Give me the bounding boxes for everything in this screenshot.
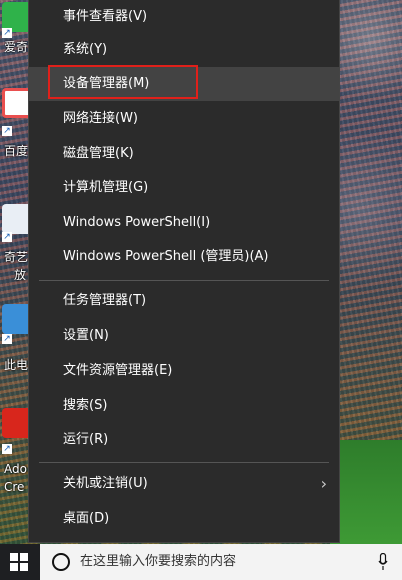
menu-item-settings[interactable]: 设置(N) [29,319,339,353]
menu-item-device-manager[interactable]: 设备管理器(M) [29,67,339,101]
menu-item-network-connections[interactable]: 网络连接(W) [29,102,339,136]
shortcut-arrow-icon: ↗ [2,28,12,38]
taskbar: 在这里输入你要搜索的内容 [0,544,402,580]
windows-logo-icon [10,553,28,571]
menu-item-shutdown-label: 关机或注销(U) [63,476,148,491]
menu-item-event-viewer[interactable]: 事件查看器(V) [29,0,339,34]
taskbar-search-box[interactable]: 在这里输入你要搜索的内容 [40,544,402,580]
chevron-right-icon: › [320,474,327,493]
search-circle-icon [52,553,70,571]
shortcut-arrow-icon: ↗ [2,232,12,242]
search-placeholder: 在这里输入你要搜索的内容 [80,554,237,569]
menu-item-desktop[interactable]: 桌面(D) [29,502,339,536]
start-button[interactable] [0,544,38,580]
shortcut-arrow-icon: ↗ [2,444,12,454]
shortcut-arrow-icon: ↗ [2,126,12,136]
menu-item-task-manager[interactable]: 任务管理器(T) [29,284,339,318]
winx-context-menu: 事件查看器(V) 系统(Y) 设备管理器(M) 网络连接(W) 磁盘管理(K) … [28,0,340,543]
menu-item-powershell-admin[interactable]: Windows PowerShell (管理员)(A) [29,240,339,274]
menu-item-run[interactable]: 运行(R) [29,423,339,457]
shortcut-arrow-icon: ↗ [2,334,12,344]
menu-item-disk-management[interactable]: 磁盘管理(K) [29,137,339,171]
menu-item-shutdown[interactable]: 关机或注销(U) › [29,467,339,501]
menu-item-system[interactable]: 系统(Y) [29,33,339,67]
microphone-icon[interactable] [378,553,388,571]
menu-item-search[interactable]: 搜索(S) [29,389,339,423]
menu-separator [39,462,329,463]
menu-item-computer-management[interactable]: 计算机管理(G) [29,171,339,205]
menu-item-file-explorer[interactable]: 文件资源管理器(E) [29,354,339,388]
menu-item-powershell[interactable]: Windows PowerShell(I) [29,206,339,240]
menu-separator [39,280,329,281]
wallpaper-pitch [330,440,402,544]
